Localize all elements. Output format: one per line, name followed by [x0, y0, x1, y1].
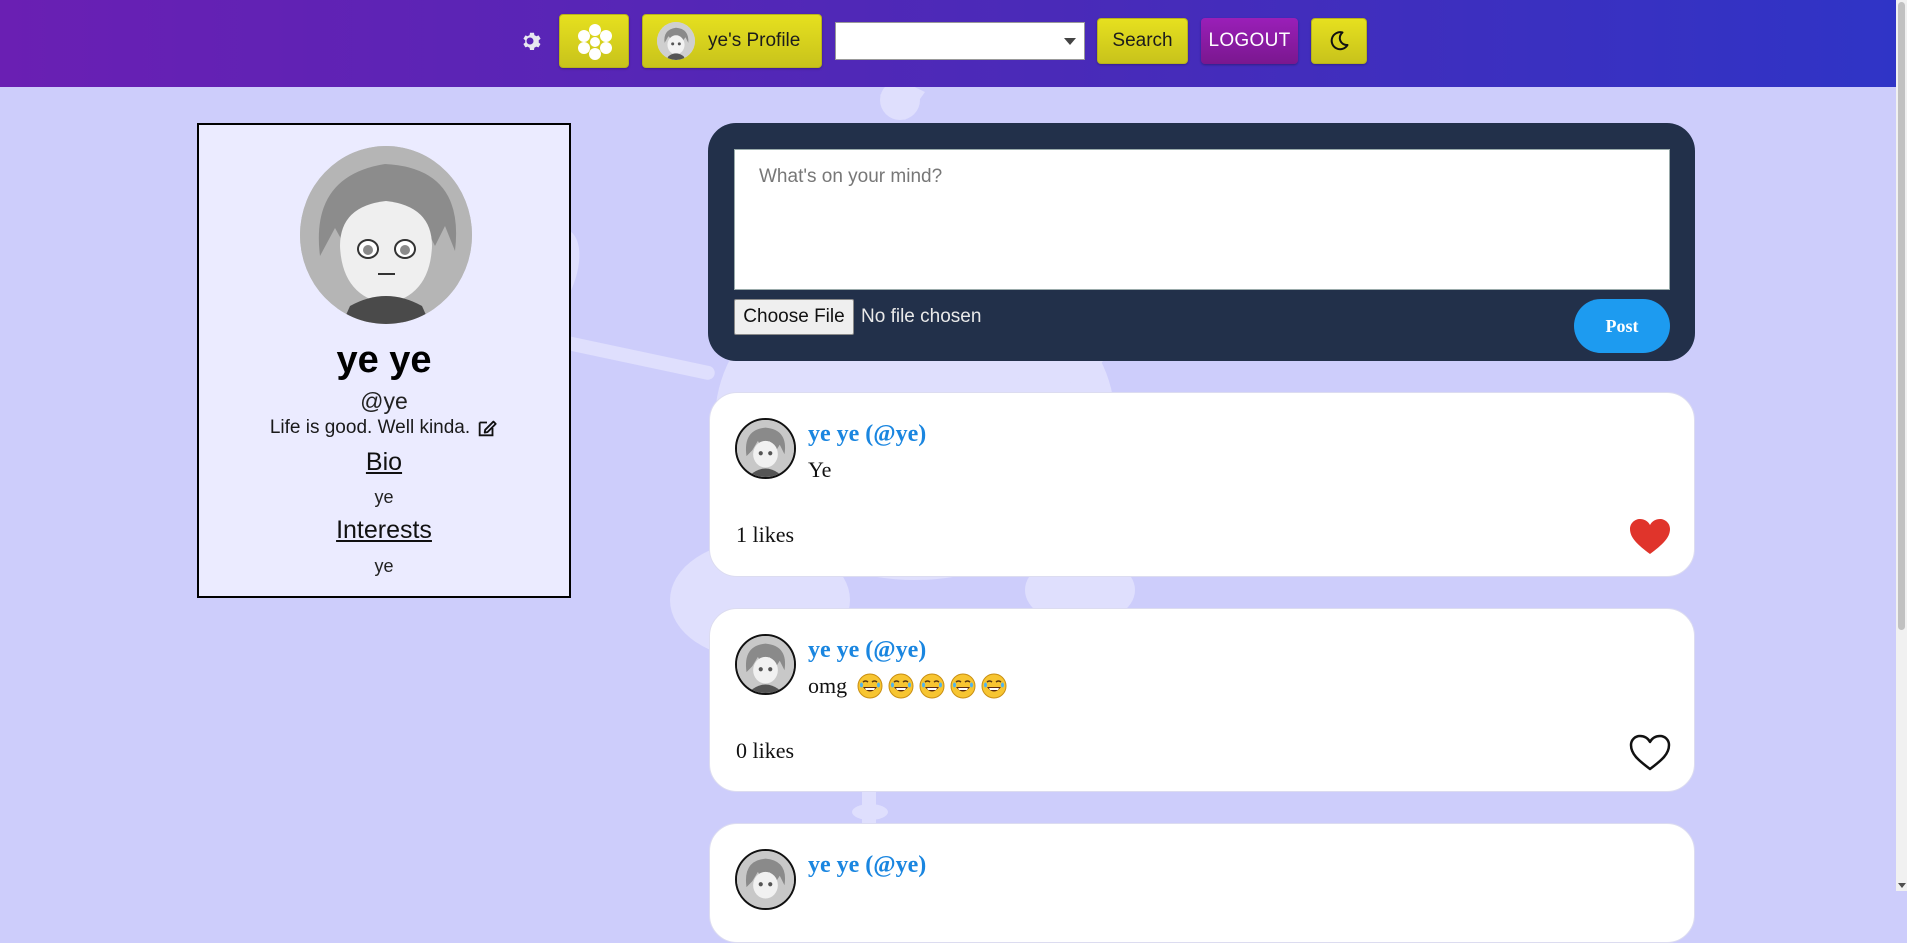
- post-card: ye ye (@ye) Ye 1 likes: [709, 392, 1695, 577]
- edit-icon[interactable]: [476, 417, 498, 439]
- post-text: Ye: [808, 457, 832, 482]
- post-author[interactable]: ye ye (@ye): [808, 637, 926, 664]
- heart-icon[interactable]: [1628, 517, 1672, 557]
- interests-heading: Interests: [336, 516, 432, 544]
- search-button[interactable]: Search: [1097, 18, 1188, 64]
- moon-icon: [1330, 31, 1349, 51]
- top-navbar: ye's Profile Search LOGOUT: [0, 0, 1896, 87]
- profile-status: Life is good. Well kinda.: [269, 417, 471, 438]
- laughing-emoji-icon: [888, 673, 914, 699]
- search-select[interactable]: [835, 22, 1085, 60]
- gear-icon[interactable]: [520, 29, 544, 53]
- post-avatar[interactable]: [735, 634, 796, 695]
- laughing-emoji-icon: [919, 673, 945, 699]
- home-button[interactable]: [559, 14, 629, 68]
- profile-status-row: Life is good. Well kinda.: [199, 417, 569, 439]
- scrollbar-thumb[interactable]: [1898, 2, 1905, 630]
- profile-button[interactable]: ye's Profile: [642, 14, 822, 68]
- post-textarea[interactable]: [734, 149, 1670, 290]
- post-button[interactable]: Post: [1574, 299, 1670, 353]
- profile-name: ye ye: [336, 339, 432, 381]
- scroll-down-arrow[interactable]: [1898, 883, 1906, 888]
- post-author[interactable]: ye ye (@ye): [808, 852, 926, 879]
- file-status: No file chosen: [861, 306, 982, 327]
- laughing-emoji-icon: [857, 673, 883, 699]
- flower-icon: [578, 24, 612, 60]
- emoji-row: [857, 673, 1007, 699]
- post-likes: 0 likes: [736, 738, 795, 763]
- post-author[interactable]: ye ye (@ye): [808, 421, 926, 448]
- heart-outline-icon[interactable]: [1628, 733, 1672, 773]
- page-scrollbar[interactable]: [1896, 0, 1907, 891]
- profile-button-label: ye's Profile: [708, 30, 801, 51]
- theme-toggle-button[interactable]: [1311, 18, 1367, 64]
- choose-file-button[interactable]: Choose File: [734, 299, 854, 335]
- post-text: omg: [808, 673, 1007, 699]
- chevron-down-icon: [1064, 38, 1076, 45]
- bio-heading: Bio: [365, 448, 403, 476]
- profile-card: ye ye @ye Life is good. Well kinda. Bio …: [197, 123, 571, 598]
- profile-picture: [300, 146, 472, 324]
- laughing-emoji-icon: [950, 673, 976, 699]
- post-card: ye ye (@ye): [709, 823, 1695, 943]
- post-likes: 1 likes: [736, 522, 795, 547]
- laughing-emoji-icon: [981, 673, 1007, 699]
- post-avatar[interactable]: [735, 849, 796, 910]
- interests-text: ye: [374, 556, 394, 576]
- post-card: ye ye (@ye) omg 0 likes: [709, 608, 1695, 792]
- profile-avatar: [657, 22, 695, 60]
- profile-handle: @ye: [360, 388, 408, 414]
- post-composer: Choose File No file chosen Post: [708, 123, 1695, 361]
- bio-text: ye: [374, 487, 394, 507]
- logout-button[interactable]: LOGOUT: [1201, 18, 1298, 64]
- post-avatar[interactable]: [735, 418, 796, 479]
